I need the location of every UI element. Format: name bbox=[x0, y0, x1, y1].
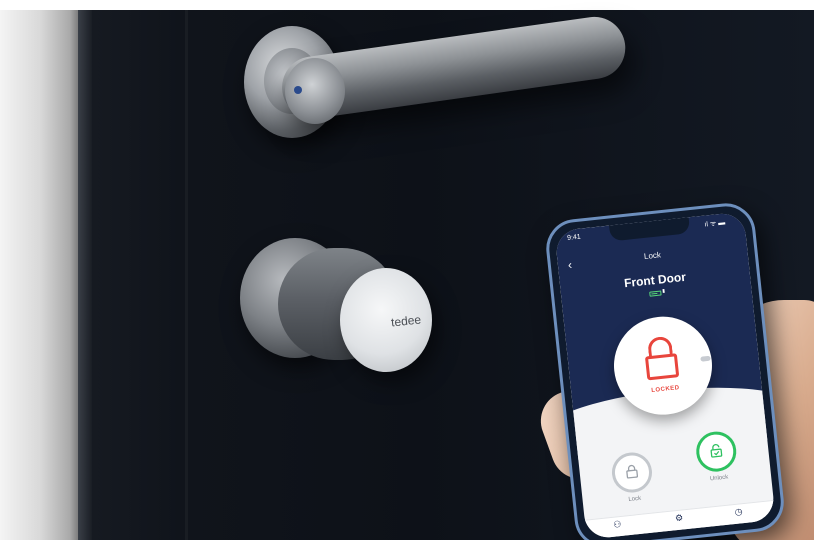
smartphone: 9:41 ıl ᯤ ▬ ‹ Lock Front Door ▮ LOCKED L… bbox=[543, 199, 796, 549]
settings-icon[interactable]: ⚙ bbox=[674, 512, 683, 524]
photo-scene: tedee 9:41 ıl ᯤ ▬ ‹ Lock Front Door ▮ LO… bbox=[0, 0, 814, 549]
history-icon[interactable]: ◷ bbox=[734, 506, 743, 518]
unlock-icon bbox=[710, 443, 723, 458]
users-icon[interactable]: ⚇ bbox=[613, 519, 622, 531]
battery-label: ▮ bbox=[661, 288, 666, 295]
door-seam bbox=[185, 10, 188, 540]
door-edge bbox=[78, 10, 92, 540]
phone-screen: 9:41 ıl ᯤ ▬ ‹ Lock Front Door ▮ LOCKED L… bbox=[554, 211, 776, 540]
status-time: 9:41 bbox=[566, 233, 582, 242]
handle-indicator-dot bbox=[294, 86, 302, 94]
battery-fill bbox=[651, 292, 658, 295]
unlock-button-label: Unlock bbox=[709, 474, 729, 483]
wall bbox=[0, 10, 78, 540]
lock-button-label: Lock bbox=[628, 495, 642, 504]
phone-frame: 9:41 ıl ᯤ ▬ ‹ Lock Front Door ▮ LOCKED L… bbox=[543, 200, 787, 549]
lock-icon bbox=[626, 464, 639, 479]
padlock-body bbox=[644, 353, 680, 381]
bottom-border bbox=[0, 540, 814, 549]
top-border bbox=[0, 0, 814, 10]
